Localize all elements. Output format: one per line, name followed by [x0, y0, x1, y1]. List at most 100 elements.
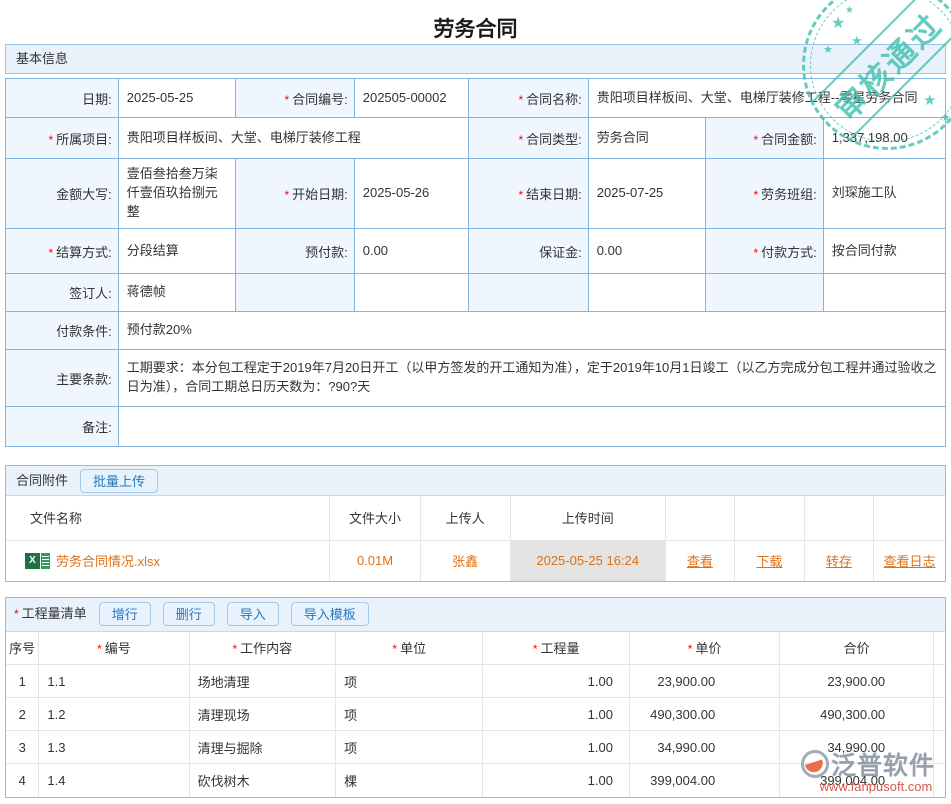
delete-row-button[interactable]: 删行 [163, 602, 215, 626]
unit-price-cell: 490,300.00 [629, 698, 779, 731]
boq-table: 序号 *编号 *工作内容 *单位 *工程量 *单价 合价 1 1.1 场地清理 … [6, 632, 945, 797]
quantity-cell: 1.00 [483, 665, 629, 698]
signer-value: 蒋德帧 [118, 274, 236, 312]
batch-upload-button[interactable]: 批量上传 [80, 469, 158, 493]
contract-name-value: 贵阳项目样板间、大堂、电梯厅装修工程--零星劳务合同 [588, 79, 945, 118]
scrollbar-track[interactable] [934, 764, 945, 797]
boq-section-header: *工程量清单 增行 删行 导入 导入模板 [6, 598, 945, 632]
total-price-cell: 23,900.00 [780, 665, 934, 698]
quantity-cell: 1.00 [483, 731, 629, 764]
unit-cell: 项 [336, 731, 483, 764]
file-upload-time: 2025-05-25 16:24 [510, 540, 665, 581]
empty-label-cell [469, 274, 588, 312]
col-header-unit-price: *单价 [629, 632, 779, 665]
required-star: * [518, 133, 523, 147]
page-title: 劳务合同 [0, 0, 951, 44]
required-star: * [49, 246, 54, 260]
import-button[interactable]: 导入 [227, 602, 279, 626]
col-header-scrollbar [934, 632, 945, 665]
contract-type-label: *合同类型: [469, 118, 588, 159]
file-size: 0.01M [330, 540, 420, 581]
add-row-button[interactable]: 增行 [99, 602, 151, 626]
unit-cell: 项 [336, 665, 483, 698]
main-clauses-label: 主要条款: [6, 350, 119, 407]
seq-cell: 4 [6, 764, 39, 797]
col-header-total-price: 合价 [780, 632, 934, 665]
required-star: * [753, 246, 758, 260]
download-link[interactable]: 下载 [736, 551, 802, 570]
required-star: * [284, 188, 289, 202]
empty-label-cell [706, 274, 824, 312]
boq-section: *工程量清单 增行 删行 导入 导入模板 序号 *编号 *工作内容 *单位 *工… [5, 597, 946, 798]
col-header-work-content: *工作内容 [189, 632, 335, 665]
advance-payment-label: 预付款: [236, 229, 354, 274]
scrollbar-track[interactable] [934, 698, 945, 731]
save-as-link[interactable]: 转存 [806, 551, 872, 570]
empty-value-cell [354, 274, 469, 312]
col-header-seq: 序号 [6, 632, 39, 665]
scrollbar-track[interactable] [934, 665, 945, 698]
contract-amount-value: 1,337,198.00 [823, 118, 945, 159]
remarks-label: 备注: [6, 407, 119, 447]
col-header-upload-time: 上传时间 [510, 496, 665, 540]
payment-terms-value: 预付款20% [118, 312, 945, 350]
empty-label-cell [236, 274, 354, 312]
col-header-empty [874, 496, 945, 540]
empty-value-cell [588, 274, 706, 312]
required-star: * [284, 93, 289, 107]
amount-words-label: 金额大写: [6, 159, 119, 229]
payment-method-label: *付款方式: [706, 229, 824, 274]
basic-info-section-title: 基本信息 [16, 51, 68, 66]
date-value: 2025-05-25 [118, 79, 236, 118]
start-date-value: 2025-05-26 [354, 159, 469, 229]
seq-cell: 3 [6, 731, 39, 764]
contract-type-value: 劳务合同 [588, 118, 706, 159]
excel-file-icon: X [25, 553, 50, 569]
contract-name-label: *合同名称: [469, 79, 588, 118]
scrollbar-track[interactable] [934, 731, 945, 764]
file-uploader: 张鑫 [420, 540, 510, 581]
import-template-button[interactable]: 导入模板 [291, 602, 369, 626]
col-header-unit: *单位 [336, 632, 483, 665]
work-content-cell: 清理与掘除 [189, 731, 335, 764]
view-link[interactable]: 查看 [667, 551, 733, 570]
attachment-row: X 劳务合同情况.xlsx 0.01M 张鑫 2025-05-25 16:24 … [6, 540, 945, 581]
project-value: 贵阳项目样板间、大堂、电梯厅装修工程 [118, 118, 469, 159]
col-header-uploader: 上传人 [420, 496, 510, 540]
required-star: * [518, 93, 523, 107]
settlement-method-label: *结算方式: [6, 229, 119, 274]
unit-cell: 棵 [336, 764, 483, 797]
file-name-link[interactable]: 劳务合同情况.xlsx [56, 551, 160, 570]
work-content-cell: 清理现场 [189, 698, 335, 731]
required-star: * [753, 133, 758, 147]
col-header-file-size: 文件大小 [330, 496, 420, 540]
seq-cell: 2 [6, 698, 39, 731]
col-header-code: *编号 [39, 632, 189, 665]
attachments-section-title: 合同附件 [16, 467, 68, 495]
attachments-section: 合同附件 批量上传 文件名称 文件大小 上传人 上传时间 X [5, 465, 946, 582]
project-label: *所属项目: [6, 118, 119, 159]
deposit-label: 保证金: [469, 229, 588, 274]
code-cell: 1.4 [39, 764, 189, 797]
end-date-value: 2025-07-25 [588, 159, 706, 229]
unit-cell: 项 [336, 698, 483, 731]
start-date-label: *开始日期: [236, 159, 354, 229]
signer-label: 签订人: [6, 274, 119, 312]
quantity-cell: 1.00 [483, 764, 629, 797]
col-header-empty [665, 496, 734, 540]
code-cell: 1.2 [39, 698, 189, 731]
date-label: 日期: [6, 79, 119, 118]
quantity-cell: 1.00 [483, 698, 629, 731]
contract-amount-label: *合同金额: [706, 118, 824, 159]
payment-method-value: 按合同付款 [823, 229, 945, 274]
amount-words-value: 壹佰叁拾叁万柒仟壹佰玖拾捌元整 [118, 159, 236, 229]
boq-row: 3 1.3 清理与掘除 项 1.00 34,990.00 34,990.00 [6, 731, 945, 764]
end-date-label: *结束日期: [469, 159, 588, 229]
col-header-file-name: 文件名称 [6, 496, 330, 540]
empty-value-cell [823, 274, 945, 312]
view-log-link[interactable]: 查看日志 [875, 551, 944, 570]
col-header-empty [735, 496, 804, 540]
basic-info-table: 日期: 2025-05-25 *合同编号: 202505-00002 *合同名称… [5, 78, 946, 447]
work-content-cell: 砍伐树木 [189, 764, 335, 797]
work-content-cell: 场地清理 [189, 665, 335, 698]
